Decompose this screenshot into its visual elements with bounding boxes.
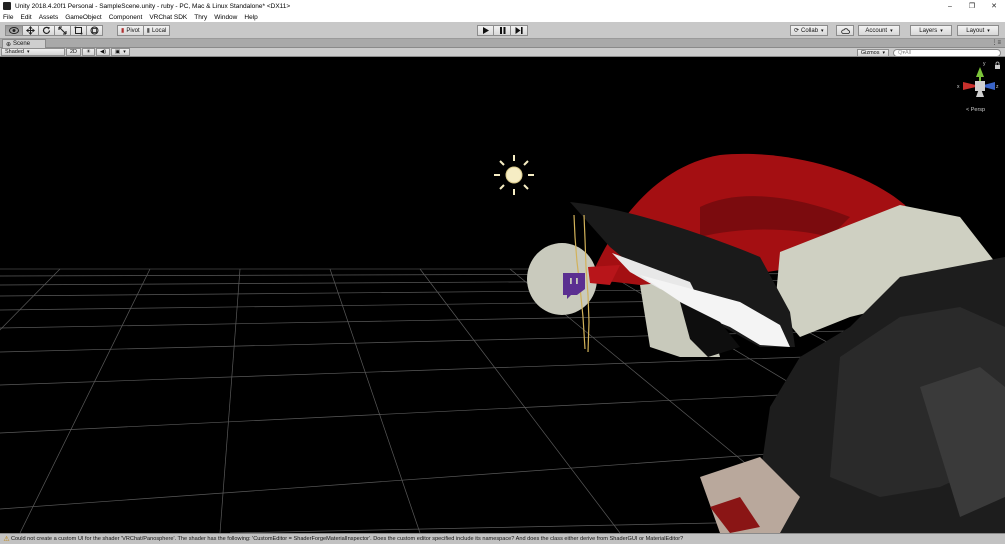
transform-tool-icon <box>90 26 99 35</box>
account-group: Account <box>858 25 900 36</box>
move-tool-button[interactable] <box>23 25 39 36</box>
sun-toggle-icon: ☀ <box>86 49 91 55</box>
rect-tool-button[interactable] <box>71 25 87 36</box>
cloud-icon <box>840 27 850 34</box>
title-bar: Unity 2018.4.20f1 Personal - SampleScene… <box>0 0 1005 12</box>
pivot-toggle-button[interactable]: ▮ Pivot <box>117 25 144 36</box>
menu-gameobject[interactable]: GameObject <box>65 14 102 21</box>
collab-icon: ⟳ <box>794 28 800 34</box>
pivot-icon: ▮ <box>121 28 125 34</box>
scene-view-toolbar: Shaded 2D ☀ ◀) ▣ Gizmos Q▾All <box>0 48 1005 57</box>
mode-2d-toggle[interactable]: 2D <box>66 48 82 56</box>
pause-button[interactable] <box>494 25 511 36</box>
close-button[interactable]: ✕ <box>983 0 1005 12</box>
layers-dropdown[interactable]: Layers <box>910 25 952 36</box>
local-icon: ▮ <box>146 28 150 34</box>
menu-file[interactable]: File <box>3 14 13 21</box>
play-button[interactable] <box>477 25 494 36</box>
transform-tool-button[interactable] <box>87 25 103 36</box>
menu-component[interactable]: Component <box>109 14 143 21</box>
status-bar[interactable]: ⚠ Could not create a custom UI for the s… <box>0 533 1005 544</box>
playback-controls <box>477 25 528 36</box>
transform-tools <box>5 25 103 36</box>
local-toggle-button[interactable]: ▮ Local <box>143 25 171 36</box>
step-button[interactable] <box>511 25 528 36</box>
tab-scene[interactable]: ⊕ Scene <box>2 39 46 48</box>
menu-edit[interactable]: Edit <box>20 14 31 21</box>
menu-bar: File Edit Assets GameObject Component VR… <box>0 12 1005 22</box>
cloud-services-button[interactable] <box>836 25 854 36</box>
status-message: Could not create a custom UI for the sha… <box>11 536 684 542</box>
tab-context-menu-icon[interactable]: ⋮≡ <box>991 39 1001 46</box>
menu-thry[interactable]: Thry <box>194 14 207 21</box>
persp-label[interactable]: < Persp <box>966 107 985 113</box>
shading-mode-dropdown[interactable]: Shaded <box>1 48 65 56</box>
scene-tab-icon: ⊕ <box>6 41 12 48</box>
rotate-tool-button[interactable] <box>39 25 55 36</box>
restore-button[interactable]: ❐ <box>961 0 983 12</box>
main-toolbar: ▮Pivot ▮Local ⟳Collab Account Layers Lay… <box>0 22 1005 39</box>
image-effects-icon: ▣ <box>115 49 121 55</box>
scene-search-input[interactable]: Q▾All <box>893 48 1001 57</box>
menu-assets[interactable]: Assets <box>39 14 59 21</box>
account-dropdown[interactable]: Account <box>858 25 900 36</box>
menu-window[interactable]: Window <box>214 14 237 21</box>
cloud-group <box>836 25 854 36</box>
collab-group: ⟳ Collab <box>790 25 828 36</box>
menu-help[interactable]: Help <box>244 14 257 21</box>
move-arrows-icon <box>26 26 35 35</box>
speaker-icon: ◀) <box>99 49 107 55</box>
rotate-icon <box>42 26 51 34</box>
layers-group: Layers <box>910 25 952 36</box>
scene-viewport[interactable]: x y z < Persp <box>0 57 1005 533</box>
collab-dropdown[interactable]: ⟳ Collab <box>790 25 828 36</box>
minimize-button[interactable]: – <box>939 0 961 12</box>
layout-group: Layout <box>957 25 999 36</box>
play-icon <box>483 27 489 34</box>
scale-tool-button[interactable] <box>55 25 71 36</box>
gizmos-dropdown[interactable]: Gizmos <box>856 48 889 57</box>
menu-vrchat-sdk[interactable]: VRChat SDK <box>149 14 187 21</box>
window-controls: – ❐ ✕ <box>939 0 1005 12</box>
layout-dropdown[interactable]: Layout <box>957 25 999 36</box>
effects-dropdown[interactable]: ▣ <box>111 48 130 56</box>
pause-icon <box>499 27 505 34</box>
eye-icon <box>9 27 19 34</box>
scene-tab-bar: ⊕ Scene ⋮≡ <box>0 39 1005 48</box>
directional-light-gizmo[interactable] <box>494 155 534 195</box>
scene-render: x y z < Persp <box>0 57 1005 533</box>
lighting-toggle[interactable]: ☀ <box>82 48 95 56</box>
pivot-toggles: ▮ Pivot ▮ Local <box>117 25 171 36</box>
rect-tool-icon <box>74 26 83 35</box>
unity-logo-icon <box>3 2 11 10</box>
warning-icon: ⚠ <box>3 536 10 543</box>
window-title: Unity 2018.4.20f1 Personal - SampleScene… <box>15 2 291 10</box>
scale-icon <box>58 26 67 35</box>
audio-toggle[interactable]: ◀) <box>95 48 111 56</box>
view-tool-button[interactable] <box>5 25 23 36</box>
step-icon <box>515 27 523 34</box>
